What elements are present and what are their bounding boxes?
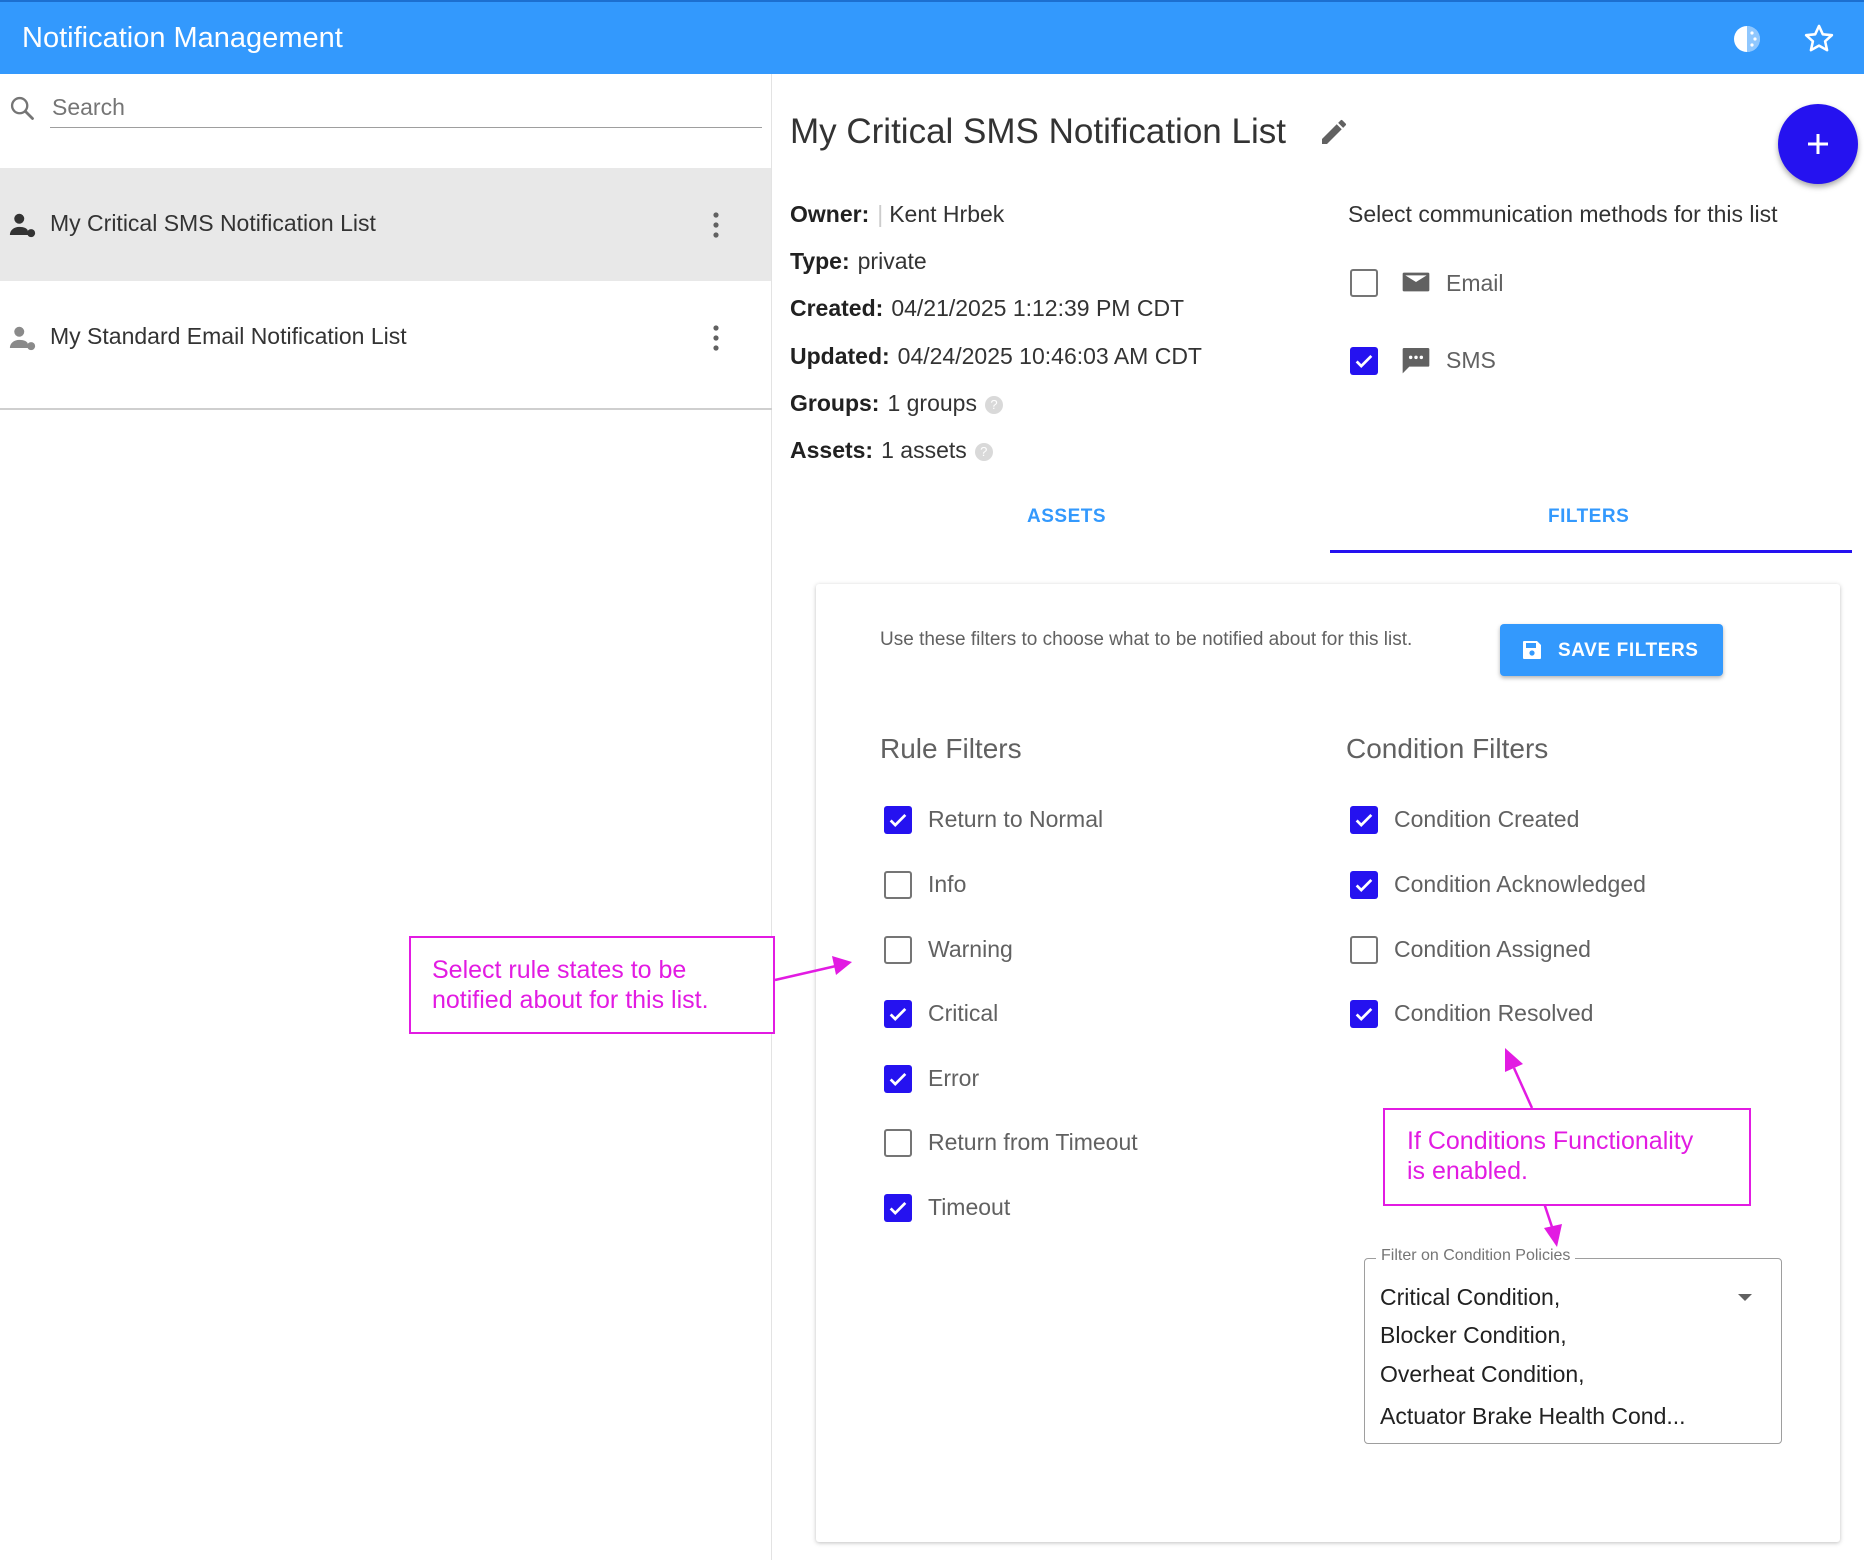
page-title: My Critical SMS Notification List bbox=[790, 112, 1286, 151]
sms-checkbox[interactable] bbox=[1350, 347, 1378, 375]
rule-label: Critical bbox=[928, 1000, 999, 1026]
condition-annotation-line2: is enabled. bbox=[1407, 1157, 1528, 1185]
email-icon bbox=[1400, 266, 1432, 298]
assets-label: Assets: bbox=[790, 437, 874, 463]
help-icon[interactable]: ? bbox=[984, 395, 1003, 414]
sidebar: My Critical SMS Notification List My Sta… bbox=[0, 74, 772, 1560]
plus-icon bbox=[1808, 134, 1828, 154]
rule-label: Info bbox=[928, 871, 967, 897]
rule-annotation-line1: Select rule states to be bbox=[432, 956, 687, 984]
condition-filters-title: Condition Filters bbox=[1346, 733, 1549, 764]
condition-checkbox-assigned[interactable] bbox=[1350, 936, 1378, 964]
updated-label: Updated: bbox=[790, 343, 890, 369]
condition-checkbox-created[interactable] bbox=[1350, 806, 1378, 834]
condition-label: Condition Created bbox=[1394, 806, 1580, 832]
rule-checkbox-timeout[interactable] bbox=[884, 1194, 912, 1222]
user-icon bbox=[8, 210, 38, 240]
condition-label: Condition Assigned bbox=[1394, 936, 1591, 962]
owner-row: Owner: | Kent Hrbek bbox=[790, 201, 1005, 227]
tab-indicator bbox=[1330, 550, 1852, 553]
condition-checkbox-resolved[interactable] bbox=[1350, 1000, 1378, 1028]
email-label: Email bbox=[1446, 270, 1504, 296]
tab-assets[interactable]: ASSETS bbox=[1027, 506, 1106, 528]
save-icon bbox=[1523, 641, 1541, 659]
assets-row: Assets: 1 assets? bbox=[790, 437, 993, 464]
edit-icon[interactable] bbox=[1318, 116, 1350, 148]
updated-row: Updated: 04/24/2025 10:46:03 AM CDT bbox=[790, 343, 1202, 370]
condition-label: Condition Resolved bbox=[1394, 1000, 1594, 1026]
policy-value: Blocker Condition, bbox=[1380, 1322, 1567, 1348]
owner-value: Kent Hrbek bbox=[889, 201, 1005, 227]
rule-label: Return to Normal bbox=[928, 806, 1104, 832]
rule-label: Warning bbox=[928, 936, 1013, 962]
more-vert-icon[interactable] bbox=[702, 208, 730, 242]
rule-label: Timeout bbox=[928, 1194, 1011, 1220]
list-item-standard-email[interactable]: My Standard Email Notification List bbox=[0, 281, 771, 394]
condition-checkbox-acknowledged[interactable] bbox=[1350, 871, 1378, 899]
assets-value: 1 assets bbox=[881, 437, 967, 463]
add-list-button[interactable] bbox=[1778, 104, 1858, 184]
type-row: Type: private bbox=[790, 248, 927, 275]
updated-value: 04/24/2025 10:46:03 AM CDT bbox=[897, 343, 1202, 369]
app-bar: Notification Management bbox=[0, 0, 1864, 74]
rule-checkbox-return-to-normal[interactable] bbox=[884, 806, 912, 834]
rule-checkbox-error[interactable] bbox=[884, 1065, 912, 1093]
app-title: Notification Management bbox=[22, 22, 343, 54]
groups-row: Groups: 1 groups? bbox=[790, 390, 1003, 417]
rule-checkbox-return-from-timeout[interactable] bbox=[884, 1129, 912, 1157]
email-checkbox[interactable] bbox=[1350, 269, 1378, 297]
more-vert-icon[interactable] bbox=[702, 321, 730, 355]
sidebar-divider bbox=[0, 408, 772, 410]
rule-label: Error bbox=[928, 1065, 980, 1091]
condition-label: Condition Acknowledged bbox=[1394, 871, 1646, 897]
groups-value: 1 groups bbox=[887, 390, 977, 416]
policy-value: Critical Condition, bbox=[1380, 1284, 1561, 1310]
save-filters-label: SAVE FILTERS bbox=[1558, 640, 1699, 661]
rule-annotation-line2: notified about for this list. bbox=[432, 986, 709, 1014]
type-label: Type: bbox=[790, 248, 850, 274]
sms-icon bbox=[1400, 344, 1432, 376]
rule-checkbox-critical[interactable] bbox=[884, 1000, 912, 1028]
theme-icon[interactable] bbox=[1730, 22, 1764, 56]
rule-checkbox-info[interactable] bbox=[884, 871, 912, 899]
list-item-label: My Critical SMS Notification List bbox=[50, 210, 376, 236]
created-row: Created: 04/21/2025 1:12:39 PM CDT bbox=[790, 295, 1184, 322]
created-label: Created: bbox=[790, 295, 884, 321]
list-item-critical-sms[interactable]: My Critical SMS Notification List bbox=[0, 168, 771, 281]
condition-annotation-line1: If Conditions Functionality bbox=[1407, 1127, 1694, 1155]
search-input[interactable] bbox=[50, 88, 762, 128]
comm-methods-title: Select communication methods for this li… bbox=[1348, 201, 1778, 227]
policy-value: Overheat Condition, bbox=[1380, 1361, 1585, 1387]
dropdown-arrow-icon[interactable] bbox=[1738, 1294, 1752, 1301]
policy-value: Actuator Brake Health Cond... bbox=[1380, 1403, 1686, 1429]
type-value: private bbox=[857, 248, 927, 274]
search-icon bbox=[8, 94, 36, 122]
rule-checkbox-warning[interactable] bbox=[884, 936, 912, 964]
rule-filters-title: Rule Filters bbox=[880, 733, 1022, 764]
rule-label: Return from Timeout bbox=[928, 1129, 1138, 1155]
save-filters-button[interactable]: SAVE FILTERS bbox=[1500, 624, 1723, 676]
star-icon[interactable] bbox=[1802, 22, 1836, 56]
condition-policy-label: Filter on Condition Policies bbox=[1376, 1247, 1576, 1265]
groups-label: Groups: bbox=[790, 390, 880, 416]
created-value: 04/21/2025 1:12:39 PM CDT bbox=[891, 295, 1185, 321]
sms-label: SMS bbox=[1446, 347, 1496, 373]
owner-label: Owner: bbox=[790, 201, 870, 227]
user-icon bbox=[8, 323, 38, 353]
tab-filters[interactable]: FILTERS bbox=[1548, 506, 1629, 528]
filters-description: Use these filters to choose what to be n… bbox=[880, 629, 1413, 650]
help-icon[interactable]: ? bbox=[974, 442, 993, 461]
list-item-label: My Standard Email Notification List bbox=[50, 323, 407, 349]
